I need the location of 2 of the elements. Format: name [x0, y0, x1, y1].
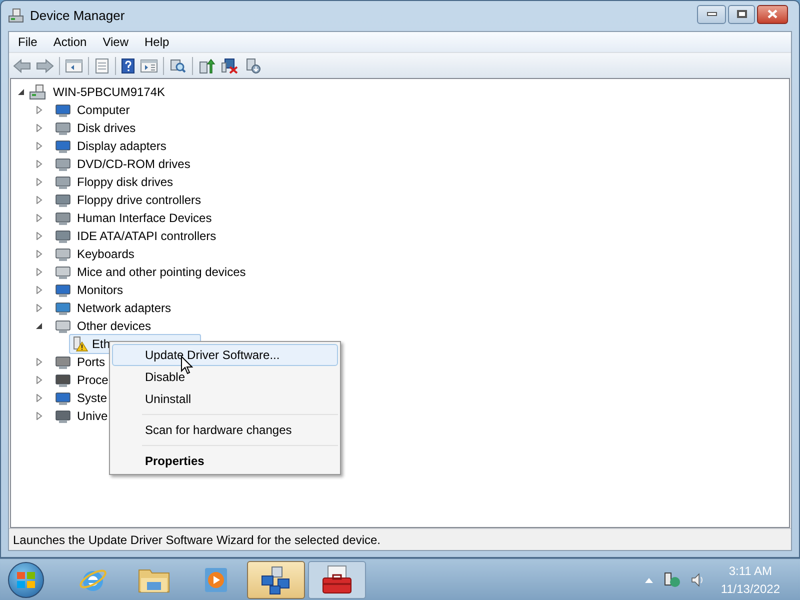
status-bar-text: Launches the Update Driver Software Wizard for the selected device.	[13, 532, 381, 548]
window-title: Device Manager	[30, 7, 126, 26]
